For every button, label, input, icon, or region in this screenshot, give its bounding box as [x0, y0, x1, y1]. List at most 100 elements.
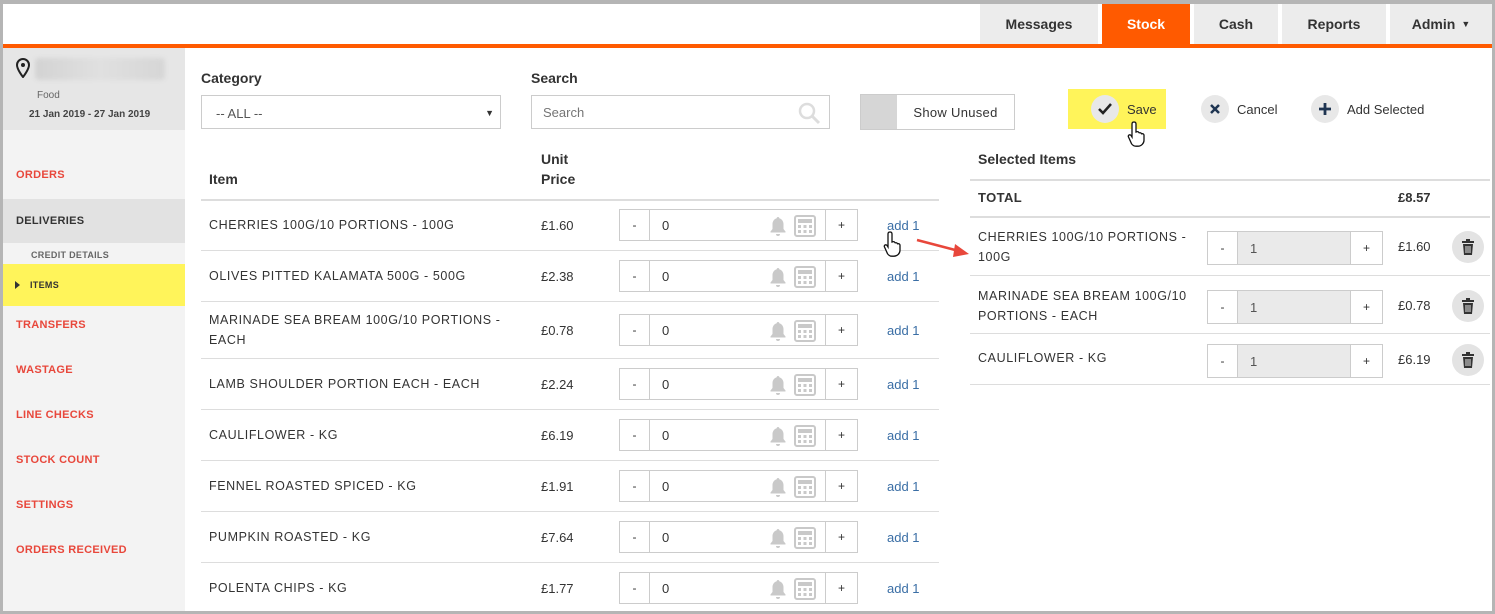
increment-button[interactable]: +: [825, 573, 857, 603]
category-select[interactable]: -- ALL -- ▼: [201, 95, 501, 129]
calculator-icon[interactable]: [793, 319, 817, 343]
decrement-button[interactable]: -: [620, 369, 650, 399]
close-icon: [1201, 95, 1229, 123]
show-unused-toggle[interactable]: Show Unused: [860, 94, 1015, 130]
calculator-icon[interactable]: [793, 475, 817, 499]
bell-icon[interactable]: [769, 216, 787, 236]
increment-button[interactable]: +: [1350, 232, 1382, 264]
delete-button[interactable]: [1452, 344, 1484, 376]
date-range: 21 Jan 2019 - 27 Jan 2019: [29, 109, 151, 120]
add-one-link[interactable]: add 1: [887, 479, 920, 494]
calculator-icon[interactable]: [793, 424, 817, 448]
tab-stock[interactable]: Stock: [1102, 4, 1190, 44]
tab-admin[interactable]: Admin ▼: [1390, 4, 1492, 44]
decrement-button[interactable]: -: [620, 573, 650, 603]
calculator-icon[interactable]: [793, 214, 817, 238]
add-one-link[interactable]: add 1: [887, 323, 920, 338]
selected-quantity-stepper: -1 +: [1207, 290, 1383, 324]
decrement-button[interactable]: -: [620, 420, 650, 450]
selected-quantity-input[interactable]: 1: [1238, 291, 1350, 323]
search-input[interactable]: [532, 96, 772, 128]
sidebar-item-settings[interactable]: SETTINGS: [3, 490, 185, 520]
decrement-button[interactable]: -: [620, 522, 650, 552]
add-selected-label: Add Selected: [1347, 101, 1425, 117]
calculator-icon[interactable]: [793, 526, 817, 550]
sidebar-item-deliveries[interactable]: DELIVERIES: [3, 199, 185, 243]
calculator-icon[interactable]: [793, 373, 817, 397]
quantity-input[interactable]: 0: [650, 522, 825, 552]
cancel-button[interactable]: Cancel: [1201, 95, 1277, 123]
sidebar-item-stock-count[interactable]: STOCK COUNT: [3, 445, 185, 475]
tab-label: Admin: [1411, 16, 1456, 32]
calculator-icon[interactable]: [793, 577, 817, 601]
quantity-input[interactable]: 0: [650, 369, 825, 399]
decrement-button[interactable]: -: [1208, 291, 1238, 323]
tab-messages[interactable]: Messages: [980, 4, 1098, 44]
increment-button[interactable]: +: [825, 471, 857, 501]
bell-icon[interactable]: [769, 321, 787, 341]
quantity-input[interactable]: 0: [650, 261, 825, 291]
quantity-input[interactable]: 0: [650, 471, 825, 501]
sidebar-item-line-checks[interactable]: LINE CHECKS: [3, 400, 185, 430]
increment-button[interactable]: +: [1350, 291, 1382, 323]
increment-button[interactable]: +: [825, 522, 857, 552]
caret-down-icon: ▼: [1461, 19, 1471, 29]
quantity-input[interactable]: 0: [650, 315, 825, 345]
add-one-link[interactable]: add 1: [887, 428, 920, 443]
item-unit-price: £2.38: [541, 269, 574, 284]
sidebar-item-wastage[interactable]: WASTAGE: [3, 355, 185, 385]
bell-icon[interactable]: [769, 477, 787, 497]
selected-quantity-input[interactable]: 1: [1238, 232, 1350, 264]
decrement-button[interactable]: -: [620, 210, 650, 240]
increment-button[interactable]: +: [825, 420, 857, 450]
tab-reports[interactable]: Reports: [1282, 4, 1386, 44]
delete-button[interactable]: [1452, 290, 1484, 322]
sidebar-item-orders[interactable]: ORDERS: [3, 154, 185, 196]
table-row: POLENTA CHIPS - KG £1.77 -0 + add 1: [201, 564, 939, 611]
selected-quantity-input[interactable]: 1: [1238, 345, 1350, 377]
delete-button[interactable]: [1452, 231, 1484, 263]
sidebar-subheading-credit-details[interactable]: CREDIT DETAILS: [31, 250, 109, 260]
quantity-input[interactable]: 0: [650, 573, 825, 603]
bell-icon[interactable]: [769, 426, 787, 446]
add-one-link[interactable]: add 1: [887, 530, 920, 545]
bell-icon[interactable]: [769, 528, 787, 548]
increment-button[interactable]: +: [1350, 345, 1382, 377]
location-box[interactable]: Food 21 Jan 2019 - 27 Jan 2019: [3, 48, 185, 130]
selected-item-row: CAULIFLOWER - KG -1 + £6.19: [970, 335, 1490, 385]
map-pin-icon: [15, 58, 31, 78]
item-unit-price: £1.91: [541, 479, 574, 494]
sidebar-item-items[interactable]: ITEMS: [3, 264, 185, 306]
selected-item-row: MARINADE SEA BREAM 100G/10 PORTIONS - EA…: [970, 277, 1490, 334]
bell-icon[interactable]: [769, 267, 787, 287]
decrement-button[interactable]: -: [620, 315, 650, 345]
sidebar-item-orders-received[interactable]: ORDERS RECEIVED: [3, 535, 185, 565]
quantity-stepper: -0 +: [619, 521, 858, 553]
selected-item-name: CAULIFLOWER - KG: [978, 351, 1108, 365]
increment-button[interactable]: +: [825, 315, 857, 345]
quantity-value: 0: [662, 478, 670, 494]
sidebar-item-transfers[interactable]: TRANSFERS: [3, 310, 185, 340]
tab-label: Messages: [1005, 16, 1073, 32]
decrement-button[interactable]: -: [1208, 232, 1238, 264]
bell-icon[interactable]: [769, 579, 787, 599]
add-selected-button[interactable]: Add Selected: [1311, 95, 1424, 123]
decrement-button[interactable]: -: [620, 471, 650, 501]
add-one-link[interactable]: add 1: [887, 581, 920, 596]
calculator-icon[interactable]: [793, 265, 817, 289]
tab-label: Reports: [1307, 16, 1361, 32]
quantity-input[interactable]: 0: [650, 420, 825, 450]
add-one-link[interactable]: add 1: [887, 377, 920, 392]
increment-button[interactable]: +: [825, 369, 857, 399]
tab-cash[interactable]: Cash: [1194, 4, 1278, 44]
decrement-button[interactable]: -: [1208, 345, 1238, 377]
decrement-button[interactable]: -: [620, 261, 650, 291]
bell-icon[interactable]: [769, 375, 787, 395]
quantity-input[interactable]: 0: [650, 210, 825, 240]
increment-button[interactable]: +: [825, 210, 857, 240]
increment-button[interactable]: +: [825, 261, 857, 291]
search-icon[interactable]: [797, 101, 821, 125]
item-name: POLENTA CHIPS - KG: [209, 581, 348, 595]
add-one-link[interactable]: add 1: [887, 269, 920, 284]
save-button[interactable]: Save: [1091, 95, 1157, 123]
